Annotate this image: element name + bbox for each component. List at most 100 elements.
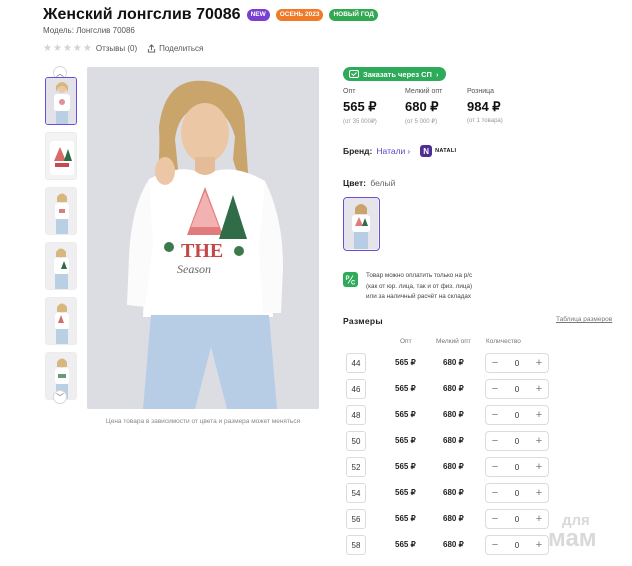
- sizes-title: Размеры: [343, 316, 383, 326]
- price-note: (от 1 товара): [467, 118, 503, 124]
- minus-icon[interactable]: −: [490, 358, 500, 369]
- minus-icon[interactable]: −: [490, 384, 500, 395]
- reviews-link[interactable]: Отзывы (0): [96, 44, 137, 53]
- minus-icon[interactable]: −: [490, 436, 500, 447]
- size-label[interactable]: 52: [346, 457, 366, 477]
- minus-icon[interactable]: −: [490, 514, 500, 525]
- plus-icon[interactable]: +: [534, 540, 544, 551]
- thumbnail-5[interactable]: [45, 297, 77, 345]
- size-price-small-opt: 680 ₽: [443, 410, 464, 419]
- plus-icon[interactable]: +: [534, 384, 544, 395]
- quantity-stepper: − 0 +: [485, 353, 549, 373]
- order-via-sp-button[interactable]: Заказать через СП ›: [343, 67, 447, 81]
- size-price-opt: 565 ₽: [395, 358, 416, 367]
- quantity-value[interactable]: 0: [515, 437, 519, 446]
- thumbnail-4[interactable]: [45, 242, 77, 290]
- color-label: Цвет:: [343, 178, 366, 188]
- quantity-value[interactable]: 0: [515, 541, 519, 550]
- rating-row: ★ ★ ★ ★ ★ Отзывы (0) Поделиться: [43, 43, 203, 54]
- svg-text:Season: Season: [177, 262, 211, 276]
- size-table-link[interactable]: Таблица размеров: [556, 316, 612, 323]
- page-title: Женский лонгслив 70086: [43, 6, 241, 23]
- quantity-stepper: − 0 +: [485, 509, 549, 529]
- plus-icon[interactable]: +: [534, 488, 544, 499]
- minus-icon[interactable]: −: [490, 410, 500, 421]
- minus-icon[interactable]: −: [490, 540, 500, 551]
- share-button[interactable]: Поделиться: [147, 44, 203, 53]
- color-value: белый: [370, 178, 396, 188]
- size-price-small-opt: 680 ₽: [443, 436, 464, 445]
- badge-new-year: НОВЫЙ ГОД: [329, 9, 378, 21]
- badge-new: NEW: [246, 9, 270, 21]
- star-icon: ★: [43, 43, 52, 54]
- quantity-value[interactable]: 0: [515, 515, 519, 524]
- color-swatch-white[interactable]: [343, 197, 380, 251]
- payment-info: РС Товар можно оплатить только на р/с (к…: [343, 271, 472, 303]
- quantity-value[interactable]: 0: [515, 411, 519, 420]
- size-label[interactable]: 44: [346, 353, 366, 373]
- quantity-value[interactable]: 0: [515, 359, 519, 368]
- quantity-stepper: − 0 +: [485, 379, 549, 399]
- quantity-stepper: − 0 +: [485, 535, 549, 555]
- payment-text: Товар можно оплатить только на р/с (как …: [366, 271, 472, 303]
- brand-link[interactable]: Натали ›: [376, 146, 410, 156]
- minus-icon[interactable]: −: [490, 488, 500, 499]
- quantity-value[interactable]: 0: [515, 463, 519, 472]
- brand-logo-icon[interactable]: N: [420, 145, 433, 157]
- quantity-value[interactable]: 0: [515, 385, 519, 394]
- thumbnail-1[interactable]: [45, 77, 77, 125]
- title-row: Женский лонгслив 70086 NEW ОСЕНЬ 2023 НО…: [43, 6, 378, 24]
- payment-line: (как от юр. лица, так и от физ. лица): [366, 282, 473, 290]
- price-wholesale: Опт 565 ₽ (от 35 000₽): [343, 88, 405, 125]
- thumbnail-2[interactable]: [45, 132, 77, 180]
- chevron-right-icon: ›: [407, 146, 411, 156]
- plus-icon[interactable]: +: [534, 462, 544, 473]
- size-price-opt: 565 ₽: [395, 384, 416, 393]
- payment-line: или за наличный расчёт на складах: [366, 293, 472, 300]
- size-label[interactable]: 50: [346, 431, 366, 451]
- price-value: 680 ₽: [405, 99, 439, 114]
- quantity-stepper: − 0 +: [485, 483, 549, 503]
- share-icon: [148, 44, 156, 53]
- size-price-small-opt: 680 ₽: [443, 384, 464, 393]
- star-icon: ★: [62, 43, 72, 54]
- color-row: Цвет: белый: [343, 178, 395, 188]
- watermark-line2: мам: [548, 525, 597, 552]
- thumbs-down-button[interactable]: ﹀: [53, 390, 67, 404]
- quantity-stepper: − 0 +: [485, 457, 549, 477]
- chevron-right-icon: ›: [435, 69, 439, 79]
- size-label[interactable]: 46: [346, 379, 366, 399]
- plus-icon[interactable]: +: [534, 410, 544, 421]
- size-price-small-opt: 680 ₽: [443, 462, 464, 471]
- header-small-opt: Мелкий опт: [436, 338, 471, 345]
- svg-text:С: С: [351, 281, 356, 286]
- size-price-small-opt: 680 ₽: [443, 514, 464, 523]
- payment-icon: РС: [343, 272, 358, 287]
- size-label[interactable]: 58: [346, 535, 366, 555]
- size-price-opt: 565 ₽: [395, 462, 416, 471]
- svg-text:THE: THE: [181, 240, 223, 262]
- plus-icon[interactable]: +: [534, 436, 544, 447]
- star-icon: ★: [82, 43, 92, 54]
- price-note: (от 5 000 ₽): [405, 119, 438, 125]
- quantity-value[interactable]: 0: [515, 489, 519, 498]
- size-price-opt: 565 ₽: [395, 514, 416, 523]
- size-price-small-opt: 680 ₽: [443, 488, 464, 497]
- thumbnail-3[interactable]: [45, 187, 77, 235]
- price-label: Опт: [343, 88, 356, 95]
- brand-logo-text[interactable]: NATALI: [435, 148, 456, 154]
- size-price-opt: 565 ₽: [395, 436, 416, 445]
- size-row: 48 565 ₽ 680 ₽ − 0 +: [343, 404, 573, 426]
- price-label: Розница: [467, 88, 495, 95]
- plus-icon[interactable]: +: [534, 358, 544, 369]
- size-row: 54 565 ₽ 680 ₽ − 0 +: [343, 482, 573, 504]
- price-value: 984 ₽: [467, 99, 501, 114]
- price-retail: Розница 984 ₽ (от 1 товара): [467, 88, 529, 125]
- size-label[interactable]: 56: [346, 509, 366, 529]
- minus-icon[interactable]: −: [490, 462, 500, 473]
- plus-icon[interactable]: +: [534, 514, 544, 525]
- svg-text:Р: Р: [346, 276, 350, 282]
- size-label[interactable]: 48: [346, 405, 366, 425]
- size-label[interactable]: 54: [346, 483, 366, 503]
- main-product-photo[interactable]: THE Season: [87, 67, 319, 409]
